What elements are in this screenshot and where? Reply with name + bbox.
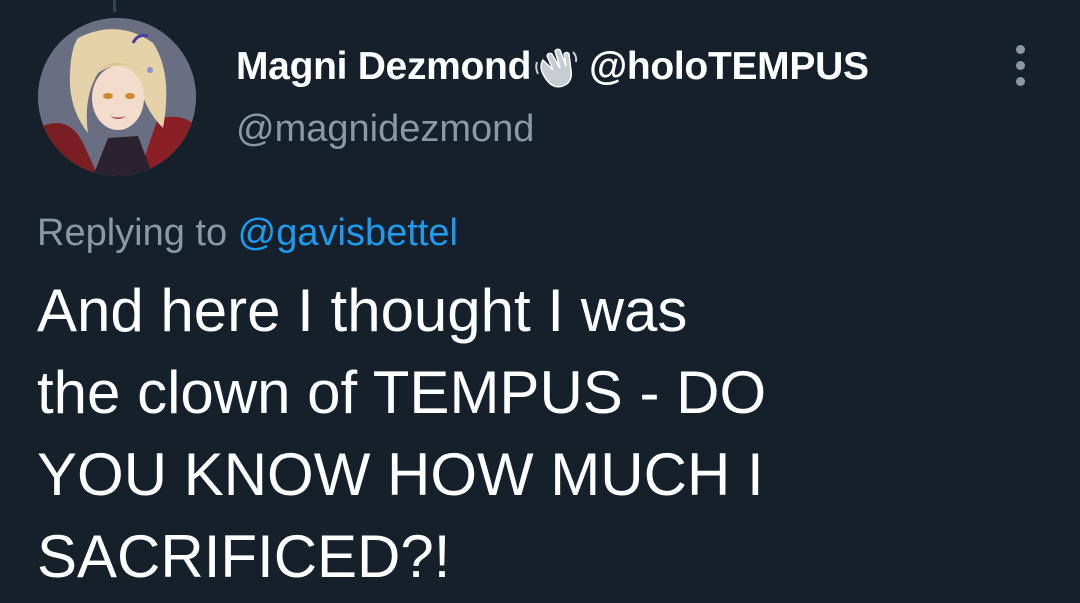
replying-to-line: Replying to @gavisbettel	[37, 212, 458, 255]
author-display-name[interactable]: Magni Dezmond	[236, 45, 531, 89]
more-dot	[1015, 44, 1025, 54]
affiliation-handle[interactable]: @holoTEMPUS	[589, 45, 869, 89]
waving-hand-icon	[533, 44, 579, 90]
tweet-text: And here I thought I was the clown of TE…	[37, 270, 1037, 598]
more-dot	[1015, 76, 1025, 86]
tweet-text-line: SACRIFICED?!	[37, 523, 451, 590]
tweet-text-line: YOU KNOW HOW MUCH I	[37, 441, 764, 508]
reply-mention-link[interactable]: @gavisbettel	[238, 212, 458, 254]
tweet-text-line: the clown of TEMPUS - DO	[37, 359, 767, 426]
author-name-row: Magni Dezmond @holoTEMPUS	[236, 40, 869, 94]
replying-to-label: Replying to	[37, 212, 238, 254]
tweet-text-line: And here I thought I was	[37, 277, 688, 344]
more-options-icon[interactable]	[1004, 40, 1036, 90]
avatar-image	[38, 18, 196, 176]
more-dot	[1015, 60, 1025, 70]
thread-connector-line	[113, 0, 116, 12]
author-handle[interactable]: @magnidezmond	[236, 108, 534, 151]
avatar[interactable]	[38, 18, 196, 176]
